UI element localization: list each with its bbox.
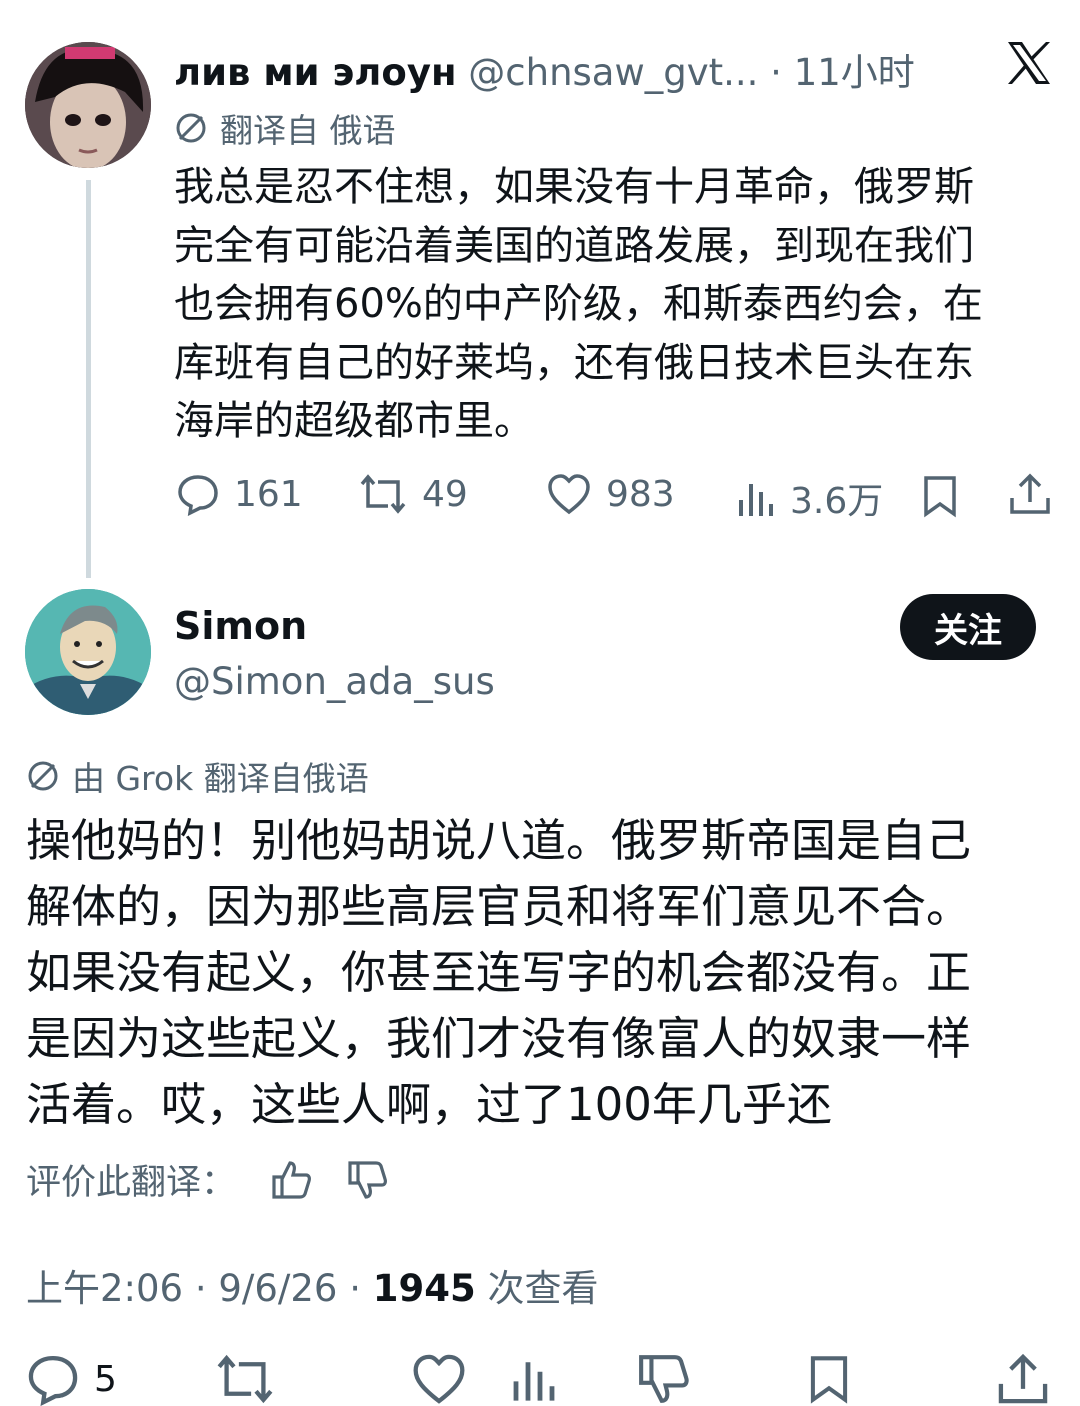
body-line: 海岸的超级都市里。 <box>174 398 534 444</box>
timestamp[interactable]: 上午2:06 · 9/6/26 · <box>26 1267 373 1310</box>
body-line: 我总是忍不住想，如果没有十月革命，俄罗斯 <box>174 164 974 210</box>
bottom-retweet-icon[interactable] <box>214 1352 276 1406</box>
tweet-header: лив ми элоун @chnsaw_gvt... · 11小时 <box>174 42 915 96</box>
follow-button[interactable]: 关注 <box>900 594 1036 660</box>
bottom-bookmark-icon[interactable] <box>806 1352 852 1406</box>
bottom-reply-button[interactable]: 5 <box>26 1352 117 1406</box>
retweet-count: 49 <box>422 473 468 515</box>
body-line: 是因为这些起义，我们才没有像富人的奴隶一样 <box>26 1012 972 1065</box>
bottom-share-icon[interactable] <box>996 1352 1050 1406</box>
rate-translation: 评价此翻译： <box>26 1154 388 1205</box>
bottom-thumbs-down-icon[interactable] <box>636 1352 690 1406</box>
like-count: 983 <box>606 473 675 515</box>
body-line: 库班有自己的好莱坞，还有俄日技术巨头在东 <box>174 339 974 386</box>
body-line: 解体的，因为那些高层官员和将军们意见不合。 <box>26 880 972 933</box>
avatar-image <box>25 42 151 168</box>
translation-label: 翻译自 俄语 <box>174 104 396 152</box>
like-button[interactable]: 983 <box>546 472 675 516</box>
globe-icon <box>26 759 60 793</box>
body-line: 如果没有起义，你甚至连写字的机会都没有。正 <box>26 946 972 999</box>
x-logo-icon[interactable] <box>1006 40 1052 86</box>
bottom-reply-count: 5 <box>94 1358 117 1400</box>
translated-by-grok-text: 由 Grok 翻译自俄语 <box>72 759 369 798</box>
handle-time[interactable]: @chnsaw_gvt... · 11小时 <box>468 51 915 94</box>
views-button[interactable]: 3.6万 <box>736 472 883 524</box>
translated-from-text: 翻译自 俄语 <box>220 111 396 150</box>
tweet-meta: 上午2:06 · 9/6/26 · 1945 次查看 <box>26 1258 599 1312</box>
like-icon <box>546 472 592 516</box>
reply-body: 操他妈的！别他妈胡说八道。俄罗斯帝国是自己 解体的，因为那些高层官员和将军们意见… <box>26 808 971 1138</box>
thumbs-up-icon[interactable] <box>270 1159 312 1201</box>
thread-line <box>86 180 91 578</box>
reply-handle[interactable]: @Simon_ada_sus <box>174 660 495 703</box>
reply-button[interactable]: 161 <box>176 472 303 516</box>
tweet-body: 我总是忍不住想，如果没有十月革命，俄罗斯 完全有可能沿着美国的道路发展，到现在我… <box>174 158 983 451</box>
bottom-views-icon[interactable] <box>510 1352 558 1406</box>
body-line: 操他妈的！别他妈胡说八道。俄罗斯帝国是自己 <box>26 814 972 867</box>
avatar-image <box>25 589 151 715</box>
globe-icon <box>174 111 208 145</box>
reply-icon <box>26 1352 80 1406</box>
body-line: 完全有可能沿着美国的道路发展，到现在我们 <box>174 222 974 269</box>
avatar-original[interactable] <box>25 42 151 168</box>
reply-translation-label: 由 Grok 翻译自俄语 <box>26 752 369 800</box>
reply-display-name[interactable]: Simon <box>174 604 307 648</box>
avatar-simon[interactable] <box>25 589 151 715</box>
views-label: 次查看 <box>475 1267 599 1310</box>
bottom-like-icon[interactable] <box>410 1352 468 1406</box>
reply-icon <box>176 472 220 516</box>
body-line: 活着。哎，这些人啊，过了100年几乎还 <box>26 1078 832 1131</box>
views-count: 3.6万 <box>790 481 884 522</box>
retweet-button[interactable]: 49 <box>358 472 468 516</box>
views-number: 1945 <box>372 1267 476 1310</box>
thumbs-down-icon[interactable] <box>346 1159 388 1201</box>
rate-translation-label: 评价此翻译： <box>26 1163 237 1203</box>
display-name[interactable]: лив ми элоун <box>174 51 457 94</box>
bookmark-icon[interactable] <box>920 474 960 518</box>
retweet-icon <box>358 472 408 516</box>
body-line: 也会拥有60%的中产阶级，和斯泰西约会，在 <box>174 281 983 327</box>
reply-count: 161 <box>234 473 303 515</box>
views-icon <box>736 476 776 520</box>
share-icon[interactable] <box>1008 472 1052 516</box>
